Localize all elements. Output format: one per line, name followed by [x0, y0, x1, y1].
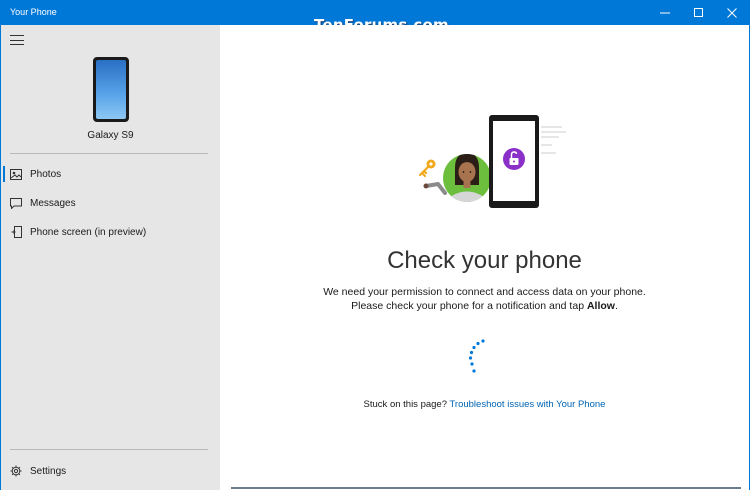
minimize-button[interactable]: [648, 1, 682, 25]
close-icon: [727, 8, 737, 18]
sidebar-divider-top: [10, 153, 208, 154]
phone-lock-icon: [489, 115, 539, 208]
stuck-text: Stuck on this page?: [363, 399, 450, 410]
hamburger-menu-button[interactable]: [10, 34, 24, 46]
window-title: Your Phone: [10, 7, 57, 17]
loading-spinner-icon: [468, 339, 485, 373]
nav-label: Phone screen (in preview): [30, 226, 147, 238]
troubleshoot-link[interactable]: Troubleshoot issues with Your Phone: [449, 399, 605, 410]
nav-item-phone-screen[interactable]: Phone screen (in preview): [1, 221, 220, 243]
messages-icon: [10, 197, 22, 209]
nav-label: Photos: [30, 168, 62, 180]
key-icon: [418, 159, 436, 178]
device-phone-image: [93, 57, 129, 122]
nav-item-photos[interactable]: Photos: [1, 163, 220, 185]
maximize-button[interactable]: [682, 1, 716, 25]
nav-item-messages[interactable]: Messages: [1, 192, 220, 214]
photos-icon: [10, 168, 22, 180]
permission-description: We need your permission to connect and a…: [220, 285, 749, 313]
settings-label: Settings: [30, 465, 67, 477]
minimize-icon: [660, 12, 670, 14]
check-phone-illustration: [418, 115, 566, 208]
phone-screen-icon: [10, 226, 22, 238]
maximize-icon: [694, 8, 703, 17]
app-window: Your Phone TenForums.com Galaxy S9 Photo…: [0, 0, 750, 490]
gear-icon: [10, 465, 22, 477]
device-name: Galaxy S9: [87, 130, 134, 141]
desc-line-2: Please check your phone for a notificati…: [351, 300, 618, 312]
desc-line-1: We need your permission to connect and a…: [323, 286, 646, 298]
troubleshoot-line: Stuck on this page? Troubleshoot issues …: [220, 399, 749, 410]
allow-text: Allow: [586, 300, 615, 312]
sidebar: Galaxy S9 Photos Messages Phone screen (…: [1, 25, 220, 490]
person-avatar-icon: [443, 154, 491, 202]
settings-button[interactable]: Settings: [1, 460, 220, 482]
close-button[interactable]: [715, 1, 749, 25]
sidebar-divider-bottom: [10, 449, 208, 450]
nav-label: Messages: [30, 197, 76, 209]
main-content: Check your phone We need your permission…: [220, 25, 749, 490]
selection-indicator: [3, 166, 5, 182]
bottom-progress-line: [231, 487, 741, 489]
page-heading: Check your phone: [387, 247, 582, 274]
